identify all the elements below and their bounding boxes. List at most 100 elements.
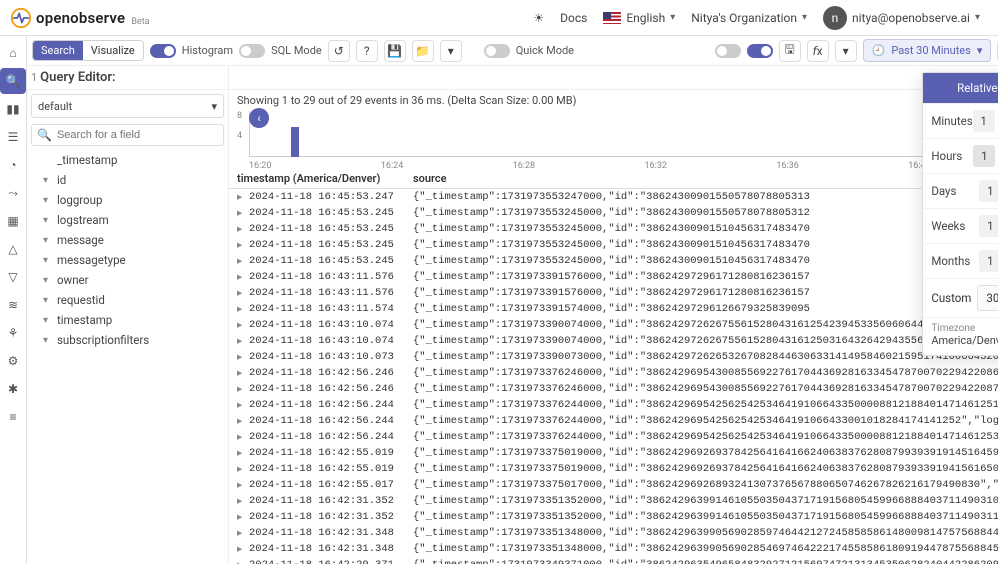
fx-icon[interactable]: fx bbox=[807, 40, 829, 62]
folder-icon[interactable]: 📁 bbox=[412, 40, 434, 62]
col-timestamp[interactable]: timestamp (America/Denver) bbox=[237, 172, 413, 185]
expand-row-icon[interactable]: ▸ bbox=[237, 271, 249, 284]
expand-row-icon[interactable]: ▸ bbox=[237, 383, 249, 396]
table-row[interactable]: ▸2024-11-18 16:42:31.348{"_timestamp":17… bbox=[229, 525, 998, 541]
field-item[interactable]: ▾subscriptionfilters bbox=[27, 330, 228, 350]
table-row[interactable]: ▸2024-11-18 16:45:53.245{"_timestamp":17… bbox=[229, 221, 998, 237]
nav-home-icon[interactable]: ⌂ bbox=[0, 40, 26, 66]
nav-alerts-icon[interactable]: △ bbox=[0, 236, 26, 262]
expand-row-icon[interactable]: ▸ bbox=[237, 479, 249, 492]
table-row[interactable]: ▸2024-11-18 16:43:11.574{"_timestamp":17… bbox=[229, 301, 998, 317]
brand-logo[interactable]: openobserve Beta bbox=[10, 7, 150, 29]
expand-row-icon[interactable]: ▸ bbox=[237, 463, 249, 476]
undo-icon[interactable]: ↺ bbox=[328, 40, 350, 62]
expand-row-icon[interactable]: ▸ bbox=[237, 495, 249, 508]
relative-pill[interactable]: 1 bbox=[973, 145, 995, 167]
more-icon[interactable]: ▾ bbox=[440, 40, 462, 62]
nav-metrics-icon[interactable]: ▮▮ bbox=[0, 96, 26, 122]
expand-row-icon[interactable]: ▸ bbox=[237, 287, 249, 300]
nav-rum-icon[interactable]: ◔ bbox=[0, 152, 26, 178]
org-selector[interactable]: Nitya's Organization ▾ bbox=[683, 11, 815, 25]
expand-row-icon[interactable]: ▸ bbox=[237, 367, 249, 380]
field-search[interactable]: 🔍 bbox=[31, 124, 224, 146]
table-row[interactable]: ▸2024-11-18 16:45:53.245{"_timestamp":17… bbox=[229, 205, 998, 221]
table-row[interactable]: ▸2024-11-18 16:42:56.246{"_timestamp":17… bbox=[229, 365, 998, 381]
toolbar-toggle-a[interactable] bbox=[715, 44, 741, 58]
table-row[interactable]: ▸2024-11-18 16:43:10.073{"_timestamp":17… bbox=[229, 349, 998, 365]
expand-row-icon[interactable]: ▸ bbox=[237, 399, 249, 412]
theme-toggle-icon[interactable]: ☀ bbox=[525, 11, 552, 25]
expand-row-icon[interactable]: ▸ bbox=[237, 335, 249, 348]
relative-pill[interactable]: 1 bbox=[973, 110, 995, 132]
field-item[interactable]: ▾messagetype bbox=[27, 250, 228, 270]
table-row[interactable]: ▸2024-11-18 16:42:31.352{"_timestamp":17… bbox=[229, 493, 998, 509]
custom-value-input[interactable]: 30 bbox=[977, 285, 998, 311]
expand-row-icon[interactable]: ▸ bbox=[237, 319, 249, 332]
stream-selector[interactable]: default ▾ bbox=[31, 94, 224, 118]
table-row[interactable]: ▸2024-11-18 16:45:53.245{"_timestamp":17… bbox=[229, 253, 998, 269]
expand-row-icon[interactable]: ▸ bbox=[237, 543, 249, 556]
user-menu[interactable]: n nitya@openobserve.ai ▾ bbox=[815, 6, 988, 30]
table-row[interactable]: ▸2024-11-18 16:43:10.074{"_timestamp":17… bbox=[229, 333, 998, 349]
histogram-toggle[interactable] bbox=[150, 44, 176, 58]
field-item[interactable]: ▾requestid bbox=[27, 290, 228, 310]
timezone-row[interactable]: Timezone America/Denver ▾ bbox=[923, 318, 998, 355]
table-row[interactable]: ▸2024-11-18 16:45:53.247{"_timestamp":17… bbox=[229, 189, 998, 205]
collapse-sidebar-button[interactable]: ‹ bbox=[249, 108, 269, 128]
sql-mode-toggle[interactable] bbox=[239, 44, 265, 58]
relative-pill[interactable]: 1 bbox=[979, 250, 998, 272]
table-row[interactable]: ▸2024-11-18 16:42:29.371{"_timestamp":17… bbox=[229, 557, 998, 564]
expand-row-icon[interactable]: ▸ bbox=[237, 415, 249, 428]
field-item[interactable]: ▾message bbox=[27, 230, 228, 250]
expand-row-icon[interactable]: ▸ bbox=[237, 351, 249, 364]
col-source[interactable]: source bbox=[413, 172, 998, 185]
table-row[interactable]: ▸2024-11-18 16:42:55.017{"_timestamp":17… bbox=[229, 477, 998, 493]
expand-row-icon[interactable]: ▸ bbox=[237, 447, 249, 460]
nav-collapse-icon[interactable]: ≡ bbox=[0, 404, 26, 430]
tab-visualize[interactable]: Visualize bbox=[83, 41, 143, 60]
save-view-icon[interactable]: 🖫 bbox=[779, 40, 801, 62]
fx-dropdown-icon[interactable]: ▾ bbox=[835, 40, 857, 62]
expand-row-icon[interactable]: ▸ bbox=[237, 559, 249, 564]
time-range-button[interactable]: 🕘 Past 30 Minutes ▾ bbox=[863, 39, 992, 62]
table-row[interactable]: ▸2024-11-18 16:42:56.244{"_timestamp":17… bbox=[229, 413, 998, 429]
expand-row-icon[interactable]: ▸ bbox=[237, 223, 249, 236]
help-icon[interactable]: ? bbox=[356, 40, 378, 62]
expand-row-icon[interactable]: ▸ bbox=[237, 527, 249, 540]
expand-row-icon[interactable]: ▸ bbox=[237, 511, 249, 524]
nav-iam-icon[interactable]: ⚘ bbox=[0, 320, 26, 346]
table-row[interactable]: ▸2024-11-18 16:42:31.352{"_timestamp":17… bbox=[229, 509, 998, 525]
language-selector[interactable]: English ▾ bbox=[595, 11, 683, 25]
docs-link[interactable]: Docs bbox=[552, 11, 595, 25]
tab-relative[interactable]: Relative bbox=[923, 73, 998, 103]
field-item[interactable]: ▾loggroup bbox=[27, 190, 228, 210]
table-row[interactable]: ▸2024-11-18 16:42:56.244{"_timestamp":17… bbox=[229, 397, 998, 413]
toolbar-toggle-b[interactable] bbox=[747, 44, 773, 58]
nav-dashboards-icon[interactable]: ▦ bbox=[0, 208, 26, 234]
table-row[interactable]: ▸2024-11-18 16:42:56.246{"_timestamp":17… bbox=[229, 381, 998, 397]
save-icon[interactable]: 💾 bbox=[384, 40, 406, 62]
nav-streams-icon[interactable]: ≋ bbox=[0, 292, 26, 318]
field-item[interactable]: ▾logstream bbox=[27, 210, 228, 230]
field-item[interactable]: ▾timestamp bbox=[27, 310, 228, 330]
nav-functions-icon[interactable]: ▽ bbox=[0, 264, 26, 290]
expand-row-icon[interactable]: ▸ bbox=[237, 239, 249, 252]
table-row[interactable]: ▸2024-11-18 16:43:11.576{"_timestamp":17… bbox=[229, 269, 998, 285]
expand-row-icon[interactable]: ▸ bbox=[237, 207, 249, 220]
table-row[interactable]: ▸2024-11-18 16:42:56.244{"_timestamp":17… bbox=[229, 429, 998, 445]
expand-row-icon[interactable]: ▸ bbox=[237, 431, 249, 444]
table-row[interactable]: ▸2024-11-18 16:42:55.019{"_timestamp":17… bbox=[229, 445, 998, 461]
expand-row-icon[interactable]: ▸ bbox=[237, 303, 249, 316]
relative-pill[interactable]: 1 bbox=[979, 215, 998, 237]
field-item[interactable]: ▾id bbox=[27, 170, 228, 190]
field-item[interactable]: ▾owner bbox=[27, 270, 228, 290]
nav-slack-icon[interactable]: ✱ bbox=[0, 376, 26, 402]
tab-search[interactable]: Search bbox=[33, 41, 83, 60]
field-search-input[interactable] bbox=[57, 129, 218, 141]
field-item[interactable]: _timestamp bbox=[27, 150, 228, 170]
table-row[interactable]: ▸2024-11-18 16:45:53.245{"_timestamp":17… bbox=[229, 237, 998, 253]
nav-search-icon[interactable]: 🔍 bbox=[0, 68, 26, 94]
nav-settings-icon[interactable]: ⚙ bbox=[0, 348, 26, 374]
nav-traces-icon[interactable]: ☰ bbox=[0, 124, 26, 150]
expand-row-icon[interactable]: ▸ bbox=[237, 191, 249, 204]
